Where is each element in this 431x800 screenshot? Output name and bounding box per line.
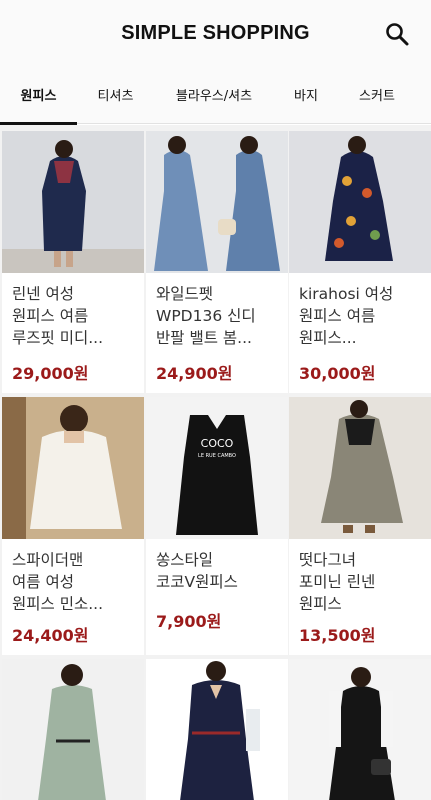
- product-card[interactable]: COCO LE RUE CAMBO 쏭스타일 코코V원피스 7,900원: [146, 397, 288, 655]
- product-card[interactable]: [289, 659, 431, 800]
- tab-pants[interactable]: 바지: [274, 68, 338, 124]
- product-title: 쏭스타일 코코V원피스: [156, 551, 238, 591]
- product-price: 30,000원: [299, 364, 376, 383]
- product-price: 29,000원: [12, 364, 89, 383]
- product-price: 13,500원: [299, 626, 376, 645]
- product-image: COCO LE RUE CAMBO: [146, 397, 288, 539]
- product-card[interactable]: 린넨 여성 원피스 여름 루즈핏 미디... 29,000원: [2, 131, 144, 393]
- product-price: 24,400원: [12, 626, 89, 645]
- product-card[interactable]: 떳다그녀 포미닌 린넨 원피스 13,500원: [289, 397, 431, 655]
- search-icon[interactable]: [383, 20, 411, 48]
- category-tabs: 원피스 티셔츠 블라우스/셔츠 바지 스커트: [0, 68, 431, 186]
- product-image: [289, 131, 431, 273]
- product-card[interactable]: 와일드펫 WPD136 신디 반팔 밸트 봄... 24,900원: [146, 131, 288, 393]
- product-title: 린넨 여성 원피스 여름 루즈핏 미디...: [12, 285, 104, 347]
- product-title: kirahosi 여성 원피스 여름 원피스...: [299, 285, 394, 347]
- product-card[interactable]: 스파이더맨 여름 여성 원피스 민소... 24,400원: [2, 397, 144, 655]
- product-price: 7,900원: [156, 612, 222, 631]
- product-grid: 린넨 여성 원피스 여름 루즈핏 미디... 29,000원 와일드펫 WPD1…: [0, 125, 431, 800]
- product-image: [2, 131, 144, 273]
- product-title: 떳다그녀 포미닌 린넨 원피스: [299, 551, 376, 613]
- product-title: 스파이더맨 여름 여성 원피스 민소...: [12, 551, 104, 613]
- shirt-print-subtext: LE RUE CAMBO: [198, 453, 236, 459]
- product-image: [2, 397, 144, 539]
- product-card[interactable]: [146, 659, 288, 800]
- shirt-print-text: COCO: [201, 437, 234, 450]
- product-image: [289, 659, 431, 800]
- app-title: SIMPLE SHOPPING: [121, 22, 310, 44]
- product-card[interactable]: [2, 659, 144, 800]
- app-bar: SIMPLE SHOPPING: [0, 0, 431, 68]
- product-image: [146, 659, 288, 800]
- tab-tshirt[interactable]: 티셔츠: [77, 68, 154, 124]
- tab-skirt[interactable]: 스커트: [338, 68, 416, 124]
- product-card[interactable]: kirahosi 여성 원피스 여름 원피스... 30,000원: [289, 131, 431, 393]
- product-image: [146, 131, 288, 273]
- product-image: [289, 397, 431, 539]
- tab-onepiece[interactable]: 원피스: [0, 68, 77, 124]
- product-price: 24,900원: [156, 364, 233, 383]
- product-title: 와일드펫 WPD136 신디 반팔 밸트 봄...: [156, 285, 256, 347]
- product-image: [2, 659, 144, 800]
- tab-blouse-shirt[interactable]: 블라우스/셔츠: [154, 68, 274, 124]
